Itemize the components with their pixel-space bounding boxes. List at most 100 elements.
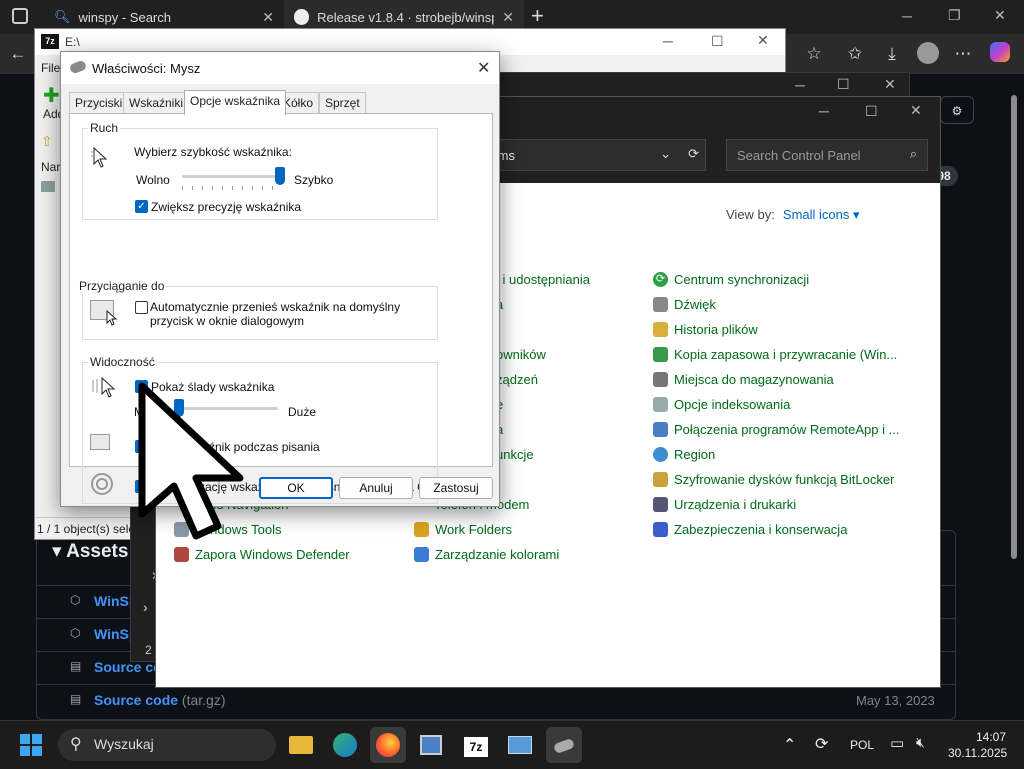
magnifier-icon[interactable] xyxy=(413,727,449,763)
tab-pointer-options[interactable]: Opcje wskaźnika xyxy=(184,90,287,115)
close-window-icon[interactable]: ✕ xyxy=(910,102,922,119)
search-input[interactable]: Search Control Panel ⌕ xyxy=(726,139,928,171)
volume-muted-icon[interactable]: 🔇︎ xyxy=(916,734,925,751)
maximize-icon[interactable]: ❐ xyxy=(948,7,961,24)
cp-item[interactable]: Miejsca do magazynowania xyxy=(653,372,834,387)
display-icon[interactable]: ▭ xyxy=(890,734,904,752)
clock-date[interactable]: 30.11.2025 xyxy=(948,746,1007,760)
cp-item[interactable]: Urządzenia i drukarki xyxy=(653,497,796,512)
edge-browser-icon[interactable] xyxy=(327,727,363,763)
close-window-icon[interactable]: ✕ xyxy=(757,32,769,49)
mouse-properties-icon[interactable] xyxy=(546,727,582,763)
asset-row[interactable]: ▤ Source code (tar.gz) xyxy=(36,684,956,717)
speed-label: Wybierz szybkość wskaźnika: xyxy=(134,145,292,159)
minimize-icon[interactable]: ─ xyxy=(902,8,912,24)
speed-slider-thumb[interactable] xyxy=(275,167,285,185)
minimize-icon[interactable]: ─ xyxy=(819,103,829,119)
tab-hardware[interactable]: Sprzęt xyxy=(319,92,366,114)
7zip-menu-file[interactable]: File xyxy=(41,61,60,75)
backup-icon xyxy=(653,347,668,362)
ok-button[interactable]: OK xyxy=(259,477,333,499)
downloads-icon[interactable]: ⤓ xyxy=(880,42,904,66)
new-tab-button[interactable]: + xyxy=(531,3,544,29)
file-history-icon xyxy=(653,322,668,337)
7zip-taskbar-icon[interactable]: 7z xyxy=(458,727,494,763)
minimize-icon[interactable]: ─ xyxy=(663,33,673,49)
asset-date: May 13, 2023 xyxy=(856,693,935,708)
cp-item[interactable]: Kopia zapasowa i przywracanie (Win... xyxy=(653,347,897,362)
close-icon[interactable]: ✕ xyxy=(262,9,274,26)
chevron-down-icon[interactable]: ⌄ xyxy=(660,146,671,162)
pointer-trails-icon xyxy=(92,376,116,398)
cp-item[interactable]: Połączenia programów RemoteApp i ... xyxy=(653,422,899,437)
back-arrow-icon[interactable]: ← xyxy=(6,42,30,66)
more-options-icon[interactable]: ⋯ xyxy=(951,42,975,66)
file-zip-icon: ▤ xyxy=(70,692,82,706)
windows-start-icon[interactable] xyxy=(20,734,42,756)
pointer-speed-icon xyxy=(91,146,108,168)
remoteapp-icon xyxy=(653,422,668,437)
cp-item[interactable]: Opcje indeksowania xyxy=(653,397,790,412)
tab-buttons[interactable]: Przyciski xyxy=(69,92,129,114)
cp-item[interactable]: owników xyxy=(496,347,546,362)
close-icon[interactable]: ✕ xyxy=(502,9,514,26)
favorite-star-icon[interactable]: ☆ xyxy=(802,42,826,66)
refresh-icon[interactable]: ⟳ xyxy=(688,146,699,162)
close-window-icon[interactable]: ✕ xyxy=(994,7,1006,24)
cancel-button[interactable]: Anuluj xyxy=(339,477,413,499)
file-explorer-icon[interactable] xyxy=(283,727,319,763)
bitlocker-icon xyxy=(653,472,668,487)
precision-checkbox[interactable]: ✓ xyxy=(135,200,148,213)
cp-item[interactable]: i i udostępniania xyxy=(496,272,590,287)
minimize-icon[interactable]: ─ xyxy=(795,77,805,93)
clock-time[interactable]: 14:07 xyxy=(976,730,1006,744)
tab-pointers[interactable]: Wskaźniki xyxy=(123,92,190,114)
close-icon[interactable]: ✕ xyxy=(477,58,490,78)
filter-icon[interactable]: ⚙ xyxy=(940,96,974,124)
indexing-icon xyxy=(653,397,668,412)
control-panel-icon[interactable] xyxy=(502,727,538,763)
color-management-icon xyxy=(414,547,429,562)
maximize-icon[interactable]: ☐ xyxy=(837,76,850,93)
snap-pointer-icon xyxy=(106,310,118,326)
cp-item[interactable]: Zapora Windows Defender xyxy=(174,547,350,562)
hide-typing-icon xyxy=(90,434,110,450)
cp-item[interactable]: Zabezpieczenia i konserwacja xyxy=(653,522,847,537)
page-scrollbar[interactable] xyxy=(1011,95,1017,559)
cp-item[interactable]: Zarządzanie kolorami xyxy=(414,547,559,562)
cp-item[interactable]: ządzeń xyxy=(496,372,538,387)
profile-avatar-icon[interactable] xyxy=(916,42,940,66)
add-plus-icon[interactable]: ✚ xyxy=(43,83,60,108)
package-icon: ⬡ xyxy=(70,593,81,607)
cp-item[interactable]: Dźwięk xyxy=(653,297,716,312)
chevron-right-icon[interactable]: › xyxy=(143,599,148,615)
cp-item[interactable]: ⟳ Centrum synchronizacji xyxy=(653,272,809,287)
maximize-icon[interactable]: ☐ xyxy=(711,33,724,50)
sync-status-icon[interactable]: ⟳ xyxy=(815,734,828,754)
cp-item[interactable]: Work Folders xyxy=(414,522,512,537)
favorites-icon[interactable]: ✩ xyxy=(843,42,867,66)
taskbar-search[interactable]: ⚲ Wyszukaj xyxy=(58,729,276,761)
search-icon: ⚲ xyxy=(70,736,82,753)
folder-up-icon[interactable]: ⇧ xyxy=(41,133,53,150)
firefox-icon[interactable] xyxy=(370,727,406,763)
chevron-up-icon[interactable]: ⌃ xyxy=(783,735,796,755)
assets-heading[interactable]: ▾ Assets xyxy=(52,540,128,563)
github-icon xyxy=(294,9,310,25)
cp-item[interactable]: unkcje xyxy=(496,447,534,462)
snap-checkbox[interactable] xyxy=(135,301,148,314)
name-column-header[interactable]: Nar xyxy=(41,160,60,174)
copilot-icon[interactable] xyxy=(988,42,1012,66)
language-indicator[interactable]: POL xyxy=(850,738,874,752)
view-by[interactable]: View by: Small icons ▾ xyxy=(726,207,860,223)
cp-item[interactable]: Historia plików xyxy=(653,322,758,337)
apply-button[interactable]: Zastosuj xyxy=(419,477,493,499)
asset-link[interactable]: Source code (tar.gz) xyxy=(94,692,226,708)
close-window-icon[interactable]: ✕ xyxy=(884,76,896,93)
tab-actions-icon[interactable] xyxy=(12,8,28,24)
cp-item[interactable]: Region xyxy=(653,447,715,462)
maximize-icon[interactable]: ☐ xyxy=(865,103,878,120)
cp-item[interactable]: Szyfrowanie dysków funkcją BitLocker xyxy=(653,472,894,487)
speed-slider-track[interactable] xyxy=(182,175,280,178)
precision-label: Zwiększ precyzję wskaźnika xyxy=(151,200,302,214)
